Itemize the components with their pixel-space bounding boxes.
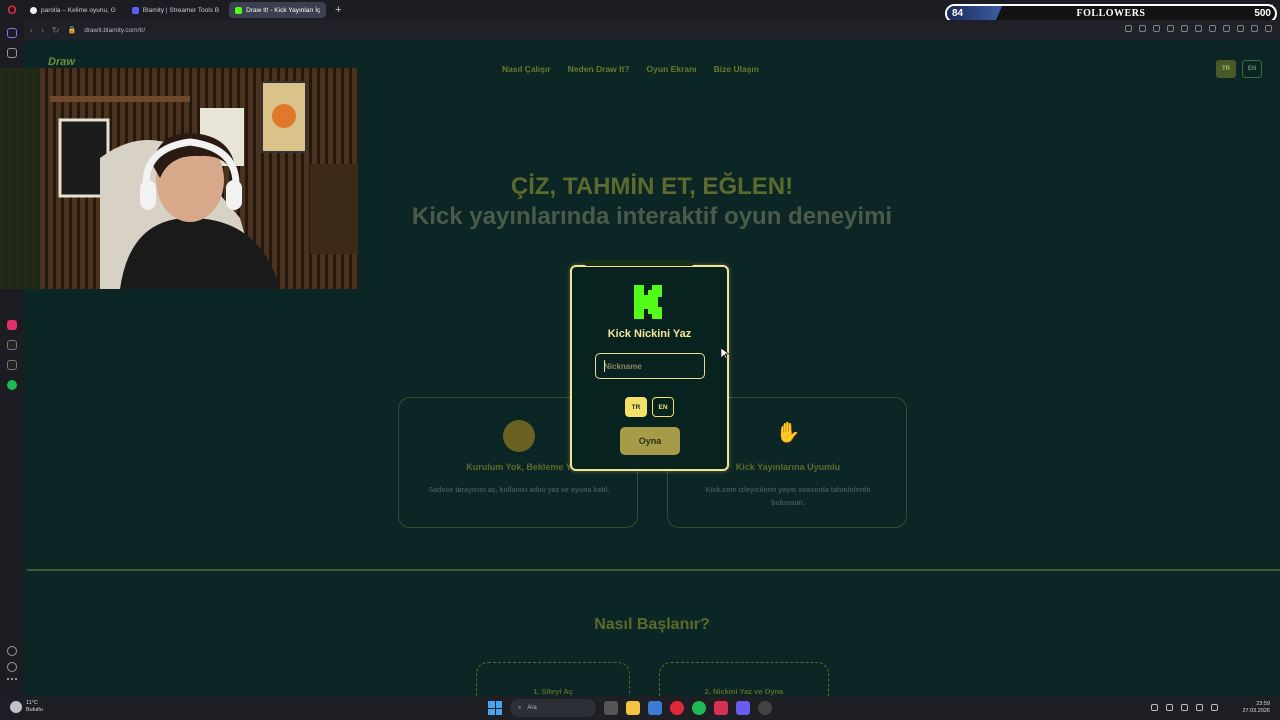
play-button[interactable]: Oyna (620, 427, 680, 455)
clock-time: 23:59 (1256, 701, 1270, 707)
text-caret (604, 360, 605, 372)
windows-taskbar: 11°C Bulutlu ⌕ Ara 23:59 27.03.2026 (0, 696, 1280, 720)
tab-drawit[interactable]: Draw It! - Kick Yayınları İç (229, 2, 327, 18)
drawit-favicon-icon (235, 6, 243, 14)
app-icon[interactable] (714, 701, 728, 715)
opera-icon[interactable] (670, 701, 684, 715)
toolbar-icons (1125, 25, 1272, 32)
nav-contact[interactable]: Bize Ulaşın (714, 64, 759, 74)
kick-logo-icon (634, 285, 662, 319)
play-icon[interactable] (1181, 25, 1188, 32)
star-icon[interactable] (1167, 25, 1174, 32)
step-card: 1. Siteyi Aç (476, 662, 630, 696)
back-icon[interactable]: ‹ (30, 25, 33, 35)
opera-logo-icon[interactable]: O (0, 0, 24, 20)
network-icon[interactable] (1166, 704, 1173, 711)
language-switcher: TR EN (1216, 60, 1262, 78)
instagram-icon[interactable] (7, 320, 17, 330)
modal-header-shadow (584, 260, 694, 266)
section-divider (27, 569, 1280, 571)
taskbar-clock[interactable]: 23:59 27.03.2026 (1242, 701, 1270, 715)
tab-label: Draw It! - Kick Yayınları İç (246, 6, 321, 14)
aria-icon[interactable] (1265, 25, 1272, 32)
store-icon[interactable] (648, 701, 662, 715)
mic-icon[interactable] (1181, 704, 1188, 711)
weather-desc: Bulutlu (26, 707, 43, 713)
weather-temp: 11°C (26, 700, 38, 706)
taskbar-search[interactable]: ⌕ Ara (510, 699, 596, 717)
spotify-icon[interactable] (7, 380, 17, 390)
mouse-cursor-icon (721, 348, 729, 360)
tab-label: parolla – Kelime oyunu, G (41, 6, 116, 14)
profile-icon[interactable] (1237, 25, 1244, 32)
reload-icon[interactable]: ↻ (52, 25, 60, 36)
blamity-favicon-icon (131, 6, 139, 14)
system-tray (1151, 704, 1218, 711)
more-icon[interactable] (7, 678, 17, 682)
cloud-icon (10, 701, 22, 713)
search-icon: ⌕ (518, 704, 522, 711)
extension-icon[interactable] (1125, 25, 1132, 32)
top-navigation: Nasıl Çalışır Neden Draw It? Oyun Ekranı… (502, 64, 759, 74)
address-bar: ‹ › ↻ 🔒 drawit.blamity.com/tr/ (24, 20, 1280, 40)
tab-label: Blamity | Streamer Tools B (142, 6, 220, 14)
nickname-modal: Kick Nickini Yaz TR EN Oyna (570, 260, 729, 471)
nav-game-screen[interactable]: Oyun Ekranı (647, 64, 697, 74)
heart-icon[interactable] (1195, 25, 1202, 32)
step-label: 2. Nickini Yaz ve Oyna (704, 687, 784, 696)
home-icon[interactable] (7, 28, 17, 38)
display-icon[interactable] (1196, 704, 1203, 711)
volume-icon[interactable] (1211, 704, 1218, 711)
history-icon[interactable] (7, 662, 17, 672)
modal-title: Kick Nickini Yaz (607, 328, 692, 340)
file-explorer-icon[interactable] (626, 701, 640, 715)
camera-icon[interactable] (1139, 25, 1146, 32)
menu-icon[interactable] (1223, 25, 1230, 32)
clock-date: 27.03.2026 (1242, 708, 1270, 714)
spotify-icon[interactable] (692, 701, 706, 715)
followers-goal: 500 (1254, 8, 1271, 19)
start-icon[interactable] (488, 701, 502, 715)
nav-how-it-works[interactable]: Nasıl Çalışır (502, 64, 551, 74)
lock-icon: 🔒 (67, 27, 77, 34)
forward-icon[interactable]: › (41, 25, 44, 35)
followers-label: FOLLOWERS (1076, 8, 1146, 19)
discord-icon[interactable] (736, 701, 750, 715)
modal-lang-en-button[interactable]: EN (652, 397, 674, 417)
taskbar-apps: ⌕ Ara (488, 699, 772, 717)
obs-icon[interactable] (758, 701, 772, 715)
nav-why-drawit[interactable]: Neden Draw It? (568, 64, 630, 74)
chevron-up-icon[interactable] (1151, 704, 1158, 711)
star-icon[interactable] (7, 48, 17, 58)
drawit-logo[interactable]: Draw (48, 56, 75, 68)
url-field[interactable]: drawit.blamity.com/tr/ (84, 27, 145, 34)
step-card: 2. Nickini Yaz ve Oyna (659, 662, 829, 696)
x-icon[interactable] (7, 360, 17, 370)
tiktok-icon[interactable] (7, 340, 17, 350)
task-view-icon[interactable] (604, 701, 618, 715)
tab-blamity[interactable]: Blamity | Streamer Tools B (126, 2, 225, 18)
new-tab-button[interactable]: + (330, 2, 346, 18)
webcam-overlay (0, 68, 358, 289)
heart-icon[interactable] (7, 646, 17, 656)
weather-widget[interactable]: 11°C Bulutlu (10, 700, 43, 714)
clock-icon (503, 420, 535, 452)
lang-tr-button[interactable]: TR (1216, 60, 1236, 78)
parolla-favicon-icon (30, 6, 37, 14)
feature-desc: Sadece tarayıcını aç, kullanıcı adını ya… (428, 487, 610, 494)
extensions-icon[interactable] (1251, 25, 1258, 32)
modal-lang-tr-button[interactable]: TR (625, 397, 647, 417)
download-icon[interactable] (1209, 25, 1216, 32)
feature-desc: Kick.com izleyicilerin yayın sırasında t… (705, 487, 871, 507)
lang-en-button[interactable]: EN (1242, 60, 1262, 78)
tab-parolla[interactable]: parolla – Kelime oyunu, G (24, 2, 122, 18)
search-placeholder: Ara (527, 705, 537, 711)
nickname-input[interactable] (595, 353, 705, 379)
settings-icon[interactable] (1153, 25, 1160, 32)
handshake-icon: ✋ (775, 422, 801, 444)
step-label: 1. Siteyi Aç (533, 687, 573, 696)
section-title: Nasıl Başlanır? (594, 616, 710, 633)
